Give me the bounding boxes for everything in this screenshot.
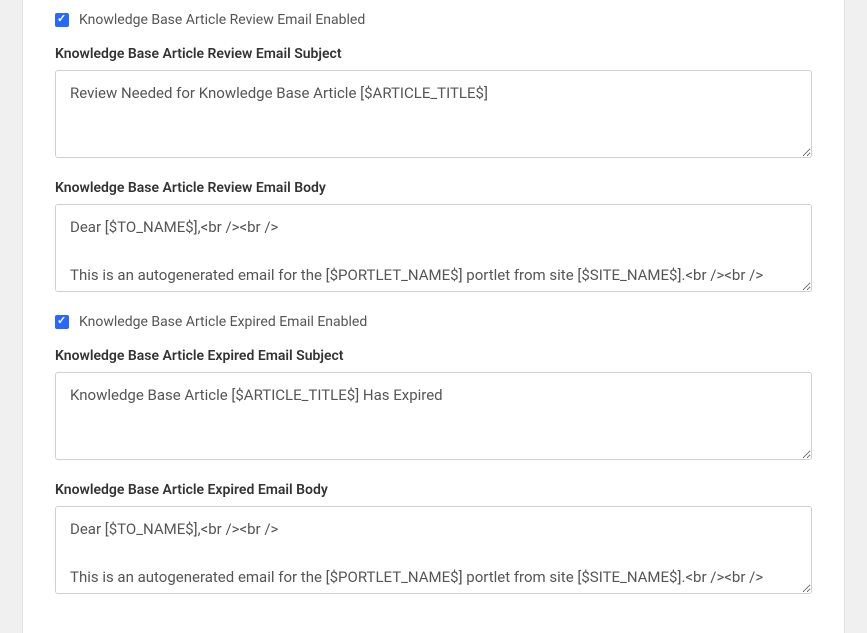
review-email-enabled-label: Knowledge Base Article Review Email Enab… (79, 12, 365, 28)
review-email-subject-label: Knowledge Base Article Review Email Subj… (55, 46, 812, 62)
expired-email-subject-textarea[interactable] (55, 372, 812, 460)
expired-email-body-textarea[interactable] (55, 506, 812, 594)
expired-email-body-group: Knowledge Base Article Expired Email Bod… (55, 482, 812, 598)
expired-email-enabled-checkbox[interactable] (55, 315, 69, 329)
expired-email-body-label: Knowledge Base Article Expired Email Bod… (55, 482, 812, 498)
review-email-body-group: Knowledge Base Article Review Email Body (55, 180, 812, 296)
email-settings-panel: Knowledge Base Article Review Email Enab… (22, 0, 845, 633)
review-email-enabled-checkbox[interactable] (55, 13, 69, 27)
expired-email-subject-group: Knowledge Base Article Expired Email Sub… (55, 348, 812, 464)
review-email-subject-textarea[interactable] (55, 70, 812, 158)
review-email-enabled-group: Knowledge Base Article Review Email Enab… (55, 12, 812, 28)
expired-email-enabled-label: Knowledge Base Article Expired Email Ena… (79, 314, 367, 330)
review-email-body-label: Knowledge Base Article Review Email Body (55, 180, 812, 196)
review-email-body-textarea[interactable] (55, 204, 812, 292)
review-email-subject-group: Knowledge Base Article Review Email Subj… (55, 46, 812, 162)
expired-email-subject-label: Knowledge Base Article Expired Email Sub… (55, 348, 812, 364)
expired-email-enabled-group: Knowledge Base Article Expired Email Ena… (55, 314, 812, 330)
